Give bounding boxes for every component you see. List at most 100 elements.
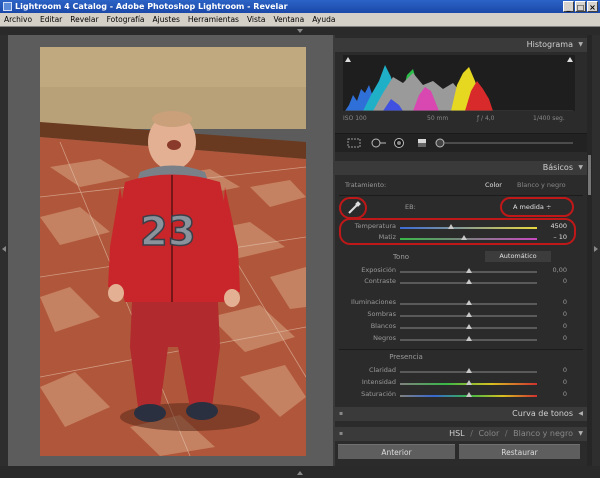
vibrance-label: Intensidad bbox=[361, 378, 396, 386]
menu-ajustes[interactable]: Ajustes bbox=[149, 13, 184, 27]
reset-button[interactable]: Restaurar bbox=[459, 444, 580, 459]
saturation-slider-thumb[interactable] bbox=[465, 392, 472, 397]
minimize-button[interactable]: _ bbox=[563, 1, 574, 12]
hsl-tab[interactable]: HSL bbox=[449, 429, 465, 438]
graduated-filter-icon[interactable] bbox=[417, 138, 427, 148]
left-panel-toggle-icon[interactable] bbox=[2, 246, 6, 252]
menu-revelar[interactable]: Revelar bbox=[66, 13, 102, 27]
highlights-slider-row: Iluminaciones 0 bbox=[335, 297, 587, 309]
previous-button[interactable]: Anterior bbox=[338, 444, 455, 459]
highlights-slider[interactable] bbox=[400, 300, 537, 305]
clarity-slider[interactable] bbox=[400, 368, 537, 373]
annotation-circle-wb-sliders bbox=[339, 218, 576, 245]
panel-switch-icon[interactable]: ▪ bbox=[339, 427, 343, 441]
vibrance-value[interactable]: 0 bbox=[563, 378, 567, 386]
shadows-label: Sombras bbox=[367, 310, 396, 318]
tab-separator: / bbox=[504, 429, 508, 438]
menu-fotografia[interactable]: Fotografía bbox=[103, 13, 149, 27]
menu-bar: Archivo Editar Revelar Fotografía Ajustes Her… bbox=[0, 13, 600, 27]
tone-curve-panel-header[interactable]: ▪ Curva de tonos ◀ bbox=[335, 407, 587, 421]
clarity-slider-row: Claridad 0 bbox=[335, 365, 587, 377]
focal-length-value: 50 mm bbox=[427, 115, 449, 122]
clarity-slider-thumb[interactable] bbox=[465, 368, 472, 373]
hsl-panel-header[interactable]: ▪ HSL / Color / Blanco y negro ▼ bbox=[335, 427, 587, 441]
menu-editar[interactable]: Editar bbox=[36, 13, 66, 27]
close-button[interactable]: × bbox=[587, 1, 598, 12]
shutter-speed-value: 1/400 seg. bbox=[533, 115, 565, 122]
exposure-slider[interactable] bbox=[400, 268, 537, 273]
menu-vista[interactable]: Vista bbox=[243, 13, 270, 27]
histogram-graph[interactable] bbox=[343, 55, 575, 111]
red-eye-correction-icon[interactable] bbox=[393, 138, 405, 148]
crop-overlay-icon[interactable] bbox=[347, 138, 361, 148]
develop-right-panel: Histograma ▼ ISO 100 50 mm ƒ / 4,0 1/400… bbox=[335, 35, 587, 466]
whites-slider-thumb[interactable] bbox=[465, 324, 472, 329]
whites-slider[interactable] bbox=[400, 324, 537, 329]
blacks-value[interactable]: 0 bbox=[563, 334, 567, 342]
whites-label: Blancos bbox=[370, 322, 396, 330]
exposure-value[interactable]: 0,00 bbox=[553, 266, 567, 274]
highlights-label: Iluminaciones bbox=[351, 298, 396, 306]
annotation-circle-eyedropper bbox=[339, 197, 367, 219]
adjustment-brush-icon[interactable] bbox=[435, 138, 575, 148]
shadows-slider-row: Sombras 0 bbox=[335, 309, 587, 321]
shadows-slider-thumb[interactable] bbox=[465, 312, 472, 317]
expand-triangle-icon: ◀ bbox=[578, 410, 583, 417]
blacks-slider-row: Negros 0 bbox=[335, 333, 587, 345]
panel-switch-icon[interactable]: ▪ bbox=[339, 407, 343, 421]
top-panel-toggle-icon[interactable] bbox=[297, 29, 303, 33]
treatment-bw-option[interactable]: Blanco y negro bbox=[517, 181, 566, 189]
saturation-slider[interactable] bbox=[400, 392, 537, 397]
spot-removal-icon[interactable] bbox=[369, 138, 387, 148]
histogram-panel-header[interactable]: Histograma ▼ bbox=[335, 38, 587, 52]
menu-herramientas[interactable]: Herramientas bbox=[184, 13, 243, 27]
exposure-slider-thumb[interactable] bbox=[465, 268, 472, 273]
shadow-clipping-icon[interactable] bbox=[345, 57, 351, 62]
vibrance-slider[interactable] bbox=[400, 380, 537, 385]
vibrance-slider-thumb[interactable] bbox=[465, 380, 472, 385]
saturation-label: Saturación bbox=[361, 390, 396, 398]
saturation-value[interactable]: 0 bbox=[563, 390, 567, 398]
basics-panel-header[interactable]: Básicos ▼ bbox=[335, 161, 587, 175]
maximize-button[interactable]: □ bbox=[575, 1, 586, 12]
title-bar: Lightroom 4 Catalog - Adobe Photoshop Li… bbox=[0, 0, 600, 13]
vibrance-slider-row: Intensidad 0 bbox=[335, 377, 587, 389]
blacks-slider[interactable] bbox=[400, 336, 537, 341]
tool-strip bbox=[335, 133, 587, 152]
shadows-value[interactable]: 0 bbox=[563, 310, 567, 318]
filmstrip-toggle-icon[interactable] bbox=[297, 471, 303, 475]
photo-preview[interactable]: 23 bbox=[40, 47, 306, 456]
blacks-label: Negros bbox=[373, 334, 396, 342]
treatment-color-option[interactable]: Color bbox=[485, 181, 502, 189]
bw-tab[interactable]: Blanco y negro bbox=[513, 429, 573, 438]
menu-ventana[interactable]: Ventana bbox=[269, 13, 308, 27]
clarity-value[interactable]: 0 bbox=[563, 366, 567, 374]
wb-label: EB: bbox=[405, 203, 416, 211]
contrast-slider[interactable] bbox=[400, 279, 537, 284]
whites-value[interactable]: 0 bbox=[563, 322, 567, 330]
auto-tone-button[interactable]: Automático bbox=[485, 251, 551, 262]
treatment-row: Tratamiento: Color Blanco y negro bbox=[335, 180, 587, 192]
right-panel-toggle-icon[interactable] bbox=[594, 246, 598, 252]
treatment-label: Tratamiento: bbox=[345, 181, 387, 189]
panel-divider bbox=[339, 349, 583, 350]
blacks-slider-thumb[interactable] bbox=[465, 336, 472, 341]
scrollbar-thumb[interactable] bbox=[588, 155, 591, 195]
contrast-value[interactable]: 0 bbox=[563, 277, 567, 285]
collapse-triangle-icon: ▼ bbox=[578, 430, 583, 437]
window-title: Lightroom 4 Catalog - Adobe Photoshop Li… bbox=[15, 2, 288, 11]
histogram-exif-info: ISO 100 50 mm ƒ / 4,0 1/400 seg. bbox=[343, 115, 575, 124]
highlights-value[interactable]: 0 bbox=[563, 298, 567, 306]
saturation-slider-row: Saturación 0 bbox=[335, 389, 587, 401]
collapse-triangle-icon: ▼ bbox=[578, 164, 583, 171]
highlight-clipping-icon[interactable] bbox=[567, 57, 573, 62]
shadows-slider[interactable] bbox=[400, 312, 537, 317]
highlights-slider-thumb[interactable] bbox=[465, 300, 472, 305]
menu-archivo[interactable]: Archivo bbox=[0, 13, 36, 27]
menu-ayuda[interactable]: Ayuda bbox=[308, 13, 339, 27]
contrast-slider-thumb[interactable] bbox=[465, 279, 472, 284]
clarity-label: Claridad bbox=[368, 366, 396, 374]
tone-curve-title: Curva de tonos bbox=[512, 409, 573, 418]
color-tab[interactable]: Color bbox=[478, 429, 499, 438]
iso-value: ISO 100 bbox=[343, 115, 367, 122]
